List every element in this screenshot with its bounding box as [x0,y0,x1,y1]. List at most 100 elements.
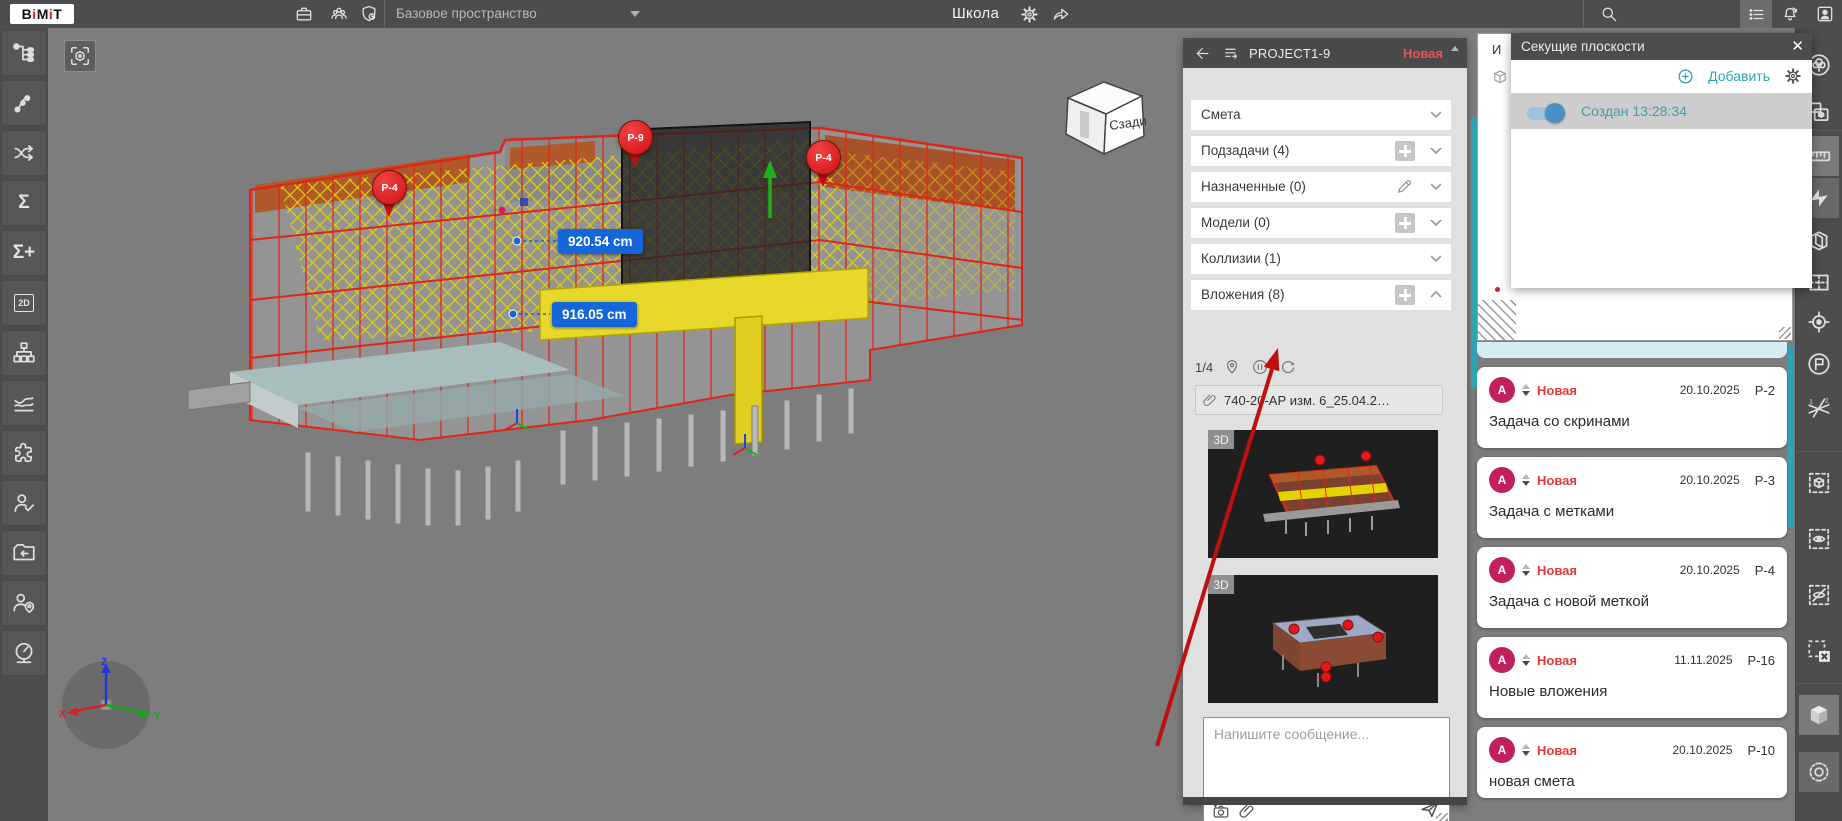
pause-icon[interactable] [1251,358,1269,376]
projects-button[interactable] [293,3,315,25]
settings-button[interactable] [1018,3,1040,25]
section-models[interactable]: Модели (0) [1191,208,1451,238]
add-attachment-button[interactable] [1395,285,1415,305]
attachment-file[interactable]: 740-20-АР изм. 6_25.04.2… [1195,385,1443,415]
chevron-down-icon[interactable] [1429,110,1443,119]
axis-gizmo[interactable]: Z X Y [57,655,167,755]
pencil-icon[interactable] [1396,178,1413,195]
marker-pin[interactable]: P-4 [804,140,842,190]
priority-icon [1522,654,1530,666]
section-assignees[interactable]: Назначенные (0) [1191,172,1451,202]
selected-card-edge[interactable] [1477,342,1787,358]
tool-hide-selection[interactable] [1799,575,1839,615]
show-pins-icon[interactable] [1223,358,1241,376]
add-plane-button[interactable]: Добавить [1708,68,1770,84]
tool-flags[interactable] [1799,344,1839,384]
tool-approvals[interactable] [1,480,47,526]
card-date: 20.10.2025 [1680,383,1740,397]
team-button[interactable] [328,3,350,25]
card-title: Задача со скринами [1477,403,1787,430]
close-icon[interactable]: ✕ [1791,37,1804,55]
tool-user-location[interactable] [1,580,47,626]
task-card[interactable]: A Новая 20.10.2025 P-10 новая смета [1477,727,1787,798]
security-button[interactable] [358,3,380,25]
tool-locate[interactable] [1799,302,1839,342]
priority-icon [1522,384,1530,396]
workspace-select[interactable]: Базовое пространство [396,6,537,21]
resize-grip[interactable] [1779,327,1791,339]
card-header: A Новая 20.10.2025 P-3 [1477,457,1787,493]
status-dot [1495,287,1500,292]
tool-isolate-box[interactable] [1799,463,1839,503]
logo-char: M [37,6,49,22]
section-attachments[interactable]: Вложения (8) [1191,280,1451,310]
task-status[interactable]: Новая [1403,46,1443,61]
add-subtask-button[interactable] [1395,141,1415,161]
marker-pin[interactable]: P-9 [616,120,654,170]
chevron-down-icon[interactable] [1429,218,1443,227]
refresh-icon[interactable] [1279,358,1297,376]
tool-2d-sheets[interactable]: 2D [1,280,47,326]
tool-plugins[interactable] [1,430,47,476]
pin-label: P-9 [618,120,653,155]
tool-graph-nodes[interactable] [1,80,47,126]
task-card[interactable]: A Новая 20.10.2025 P-3 Задача с метками [1477,457,1787,538]
message-input[interactable] [1204,718,1449,792]
section-plane-item[interactable]: Создан 13:28:34 [1511,93,1812,129]
navigation-cube[interactable]: Сзади [1058,72,1150,160]
app-logo[interactable]: BiMiT [10,4,74,24]
tool-org-chart[interactable] [1,330,47,376]
tool-structure-tree[interactable] [1,30,47,76]
notifications-button[interactable] [1779,3,1801,25]
attachment-thumbnail[interactable]: 3D [1208,430,1438,558]
task-card[interactable]: A Новая 20.10.2025 P-4 Задача с новой ме… [1477,547,1787,628]
profile-button[interactable] [1814,3,1836,25]
section-subtasks[interactable]: Подзадачи (4) [1191,136,1451,166]
chevron-down-icon[interactable] [1429,254,1443,263]
card-status: Новая [1537,743,1577,758]
task-panel-title: PROJECT1-9 [1249,46,1330,61]
task-card[interactable]: A Новая 11.11.2025 P-16 Новые вложения [1477,637,1787,718]
focus-selection-button[interactable] [64,40,96,72]
tool-axes-dimensions[interactable]: 12 [1799,388,1839,428]
tool-orbit[interactable] [1799,752,1839,792]
tool-dashboard[interactable] [1,630,47,676]
chevron-up-icon[interactable] [1429,290,1443,299]
task-list-scrollbar[interactable] [1788,345,1794,528]
card-title: Задача с метками [1477,493,1787,520]
chevron-down-icon[interactable] [1429,182,1443,191]
section-estimate[interactable]: Смета [1191,100,1451,130]
tool-shaded-view[interactable] [1799,695,1839,735]
share-button[interactable] [1050,3,1072,25]
tool-show-selection[interactable] [1799,519,1839,559]
task-menu-icon[interactable] [1223,45,1240,62]
card-status: Новая [1537,473,1577,488]
app-root: P-4 P-9 P-4 920.54 cm 916.05 cm Сзади Z … [0,0,1842,821]
back-icon[interactable] [1193,45,1210,62]
thumbnail-render [1208,430,1438,558]
tool-shared-folder[interactable] [1,530,47,576]
tool-sum-add[interactable]: Σ+ [1,230,47,276]
tool-collisions[interactable] [1,130,47,176]
task-detail-panel: PROJECT1-9 Новая Смета Подзадачи (4) Наз… [1183,38,1467,805]
resize-grip[interactable] [1436,813,1448,821]
search-button[interactable] [1598,3,1620,25]
marker-pin[interactable]: P-4 [370,170,408,220]
status-sort-icon[interactable] [1451,46,1459,58]
attachment-thumbnail[interactable]: 3D [1208,575,1438,703]
plane-toggle[interactable] [1527,107,1563,120]
section-collisions[interactable]: Коллизии (1) [1191,244,1451,274]
logo-char: B [22,6,33,22]
task-list-view-button[interactable] [1740,0,1772,28]
chevron-down-icon[interactable] [1429,146,1443,155]
sigma-icon: Σ [18,192,29,214]
tool-clear-isolation[interactable] [1799,631,1839,671]
task-card[interactable]: A Новая 20.10.2025 P-2 Задача со скринам… [1477,367,1787,448]
add-model-button[interactable] [1395,213,1415,233]
chevron-down-icon[interactable] [630,11,640,17]
tool-sum[interactable]: Σ [1,180,47,226]
add-circle-icon[interactable] [1677,68,1694,85]
gear-icon[interactable] [1784,67,1802,85]
tool-trend-report[interactable] [1,380,47,426]
solid-cube-icon [1806,702,1832,728]
